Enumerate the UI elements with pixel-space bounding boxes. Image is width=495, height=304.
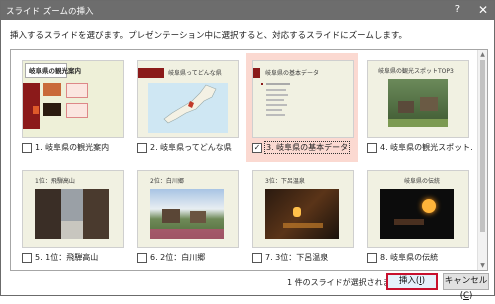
help-icon[interactable]: ? (455, 4, 460, 15)
instruction-text: 挿入するスライドを選びます。プレゼンテーション中に選択すると、対応するスライドに… (10, 31, 408, 41)
insert-slide-zoom-dialog: スライド ズームの挿入 ? ✕ 挿入するスライドを選びます。プレゼンテーション中… (0, 0, 495, 301)
slide-checkbox-7[interactable] (252, 253, 262, 263)
insert-button-label: 挿入( (398, 276, 420, 286)
slide-option-7[interactable]: 3位：下呂温泉 7. 3位：下呂温泉 (246, 163, 358, 270)
scroll-up-icon[interactable]: ▲ (478, 50, 487, 59)
slide-checkbox-6[interactable] (137, 253, 147, 263)
thumb-title-6: 2位：白川郷 (150, 178, 184, 185)
slide-caption-2: 2. 岐阜県ってどんな県 (150, 143, 232, 152)
slide-option-2[interactable]: 岐阜県ってどんな県 2. 岐阜県ってどんな県 (131, 53, 243, 162)
slide-caption-7: 7. 3位：下呂温泉 (265, 253, 329, 262)
slide-thumbnail-7: 3位：下呂温泉 (252, 170, 354, 248)
thumb-title-5: 1位：飛騨高山 (35, 178, 75, 185)
insert-button[interactable]: 挿入(I) (386, 273, 438, 290)
slide-gallery[interactable]: 岐阜県の観光案内 1. 岐阜県の観光案内 岐阜県ってどんな県 2. 岐阜県ってど… (10, 49, 488, 271)
scrollbar-thumb[interactable] (480, 60, 485, 232)
cancel-button-label-tail: ) (468, 291, 473, 301)
slide-option-4[interactable]: 岐阜県の観光スポットTOP3 4. 岐阜県の観光スポット... (361, 53, 473, 162)
slide-caption-3: 3. 岐阜県の基本データ (263, 141, 351, 154)
cancel-button[interactable]: キャンセル(C) (443, 273, 489, 301)
slide-checkbox-3[interactable]: ✓ (252, 143, 262, 153)
slide-option-5[interactable]: 1位：飛騨高山 5. 1位：飛騨高山 (16, 163, 128, 270)
thumb-title-7: 3位：下呂温泉 (265, 178, 305, 185)
slide-thumbnail-8: 岐阜県の伝統 (367, 170, 469, 248)
window-title: スライド ズームの挿入 (6, 7, 94, 17)
japan-map-icon (163, 84, 217, 124)
slide-thumbnail-5: 1位：飛騨高山 (22, 170, 124, 248)
slide-caption-6: 6. 2位：白川郷 (150, 253, 206, 262)
thumb-title-1: 岐阜県の観光案内 (29, 67, 81, 75)
slide-thumbnail-6: 2位：白川郷 (137, 170, 239, 248)
slide-checkbox-5[interactable] (22, 253, 32, 263)
close-icon[interactable]: ✕ (478, 3, 488, 17)
slide-checkbox-2[interactable] (137, 143, 147, 153)
slide-option-1[interactable]: 岐阜県の観光案内 1. 岐阜県の観光案内 (16, 53, 128, 162)
slide-thumbnail-3: 岐阜県の基本データ (252, 60, 354, 138)
slide-caption-8: 8. 岐阜県の伝統 (380, 253, 439, 262)
slide-checkbox-4[interactable] (367, 143, 377, 153)
thumb-title-3: 岐阜県の基本データ (265, 70, 320, 77)
vertical-scrollbar[interactable]: ▲ ▼ (477, 50, 487, 270)
thumb-title-4: 岐阜県の観光スポットTOP3 (378, 68, 454, 75)
slide-caption-5: 5. 1位：飛騨高山 (35, 253, 99, 262)
slide-thumbnail-1: 岐阜県の観光案内 (22, 60, 124, 138)
slide-caption-4: 4. 岐阜県の観光スポット... (380, 143, 472, 152)
slide-checkbox-1[interactable] (22, 143, 32, 153)
title-bar: スライド ズームの挿入 ? ✕ (1, 1, 494, 20)
slide-option-6[interactable]: 2位：白川郷 6. 2位：白川郷 (131, 163, 243, 270)
slide-caption-1: 1. 岐阜県の観光案内 (35, 143, 110, 152)
slide-thumbnail-2: 岐阜県ってどんな県 (137, 60, 239, 138)
slide-option-8[interactable]: 岐阜県の伝統 8. 岐阜県の伝統 (361, 163, 473, 270)
insert-button-label-tail: ) (421, 276, 426, 286)
slide-thumbnail-4: 岐阜県の観光スポットTOP3 (367, 60, 469, 138)
thumb-title-8: 岐阜県の伝統 (404, 178, 441, 185)
slide-option-3[interactable]: 岐阜県の基本データ ✓ 3. 岐阜県の基本データ (246, 53, 358, 162)
dialog-footer: 1 件のスライドが選択されました 挿入(I) キャンセル(C) (1, 269, 494, 301)
slide-checkbox-8[interactable] (367, 253, 377, 263)
